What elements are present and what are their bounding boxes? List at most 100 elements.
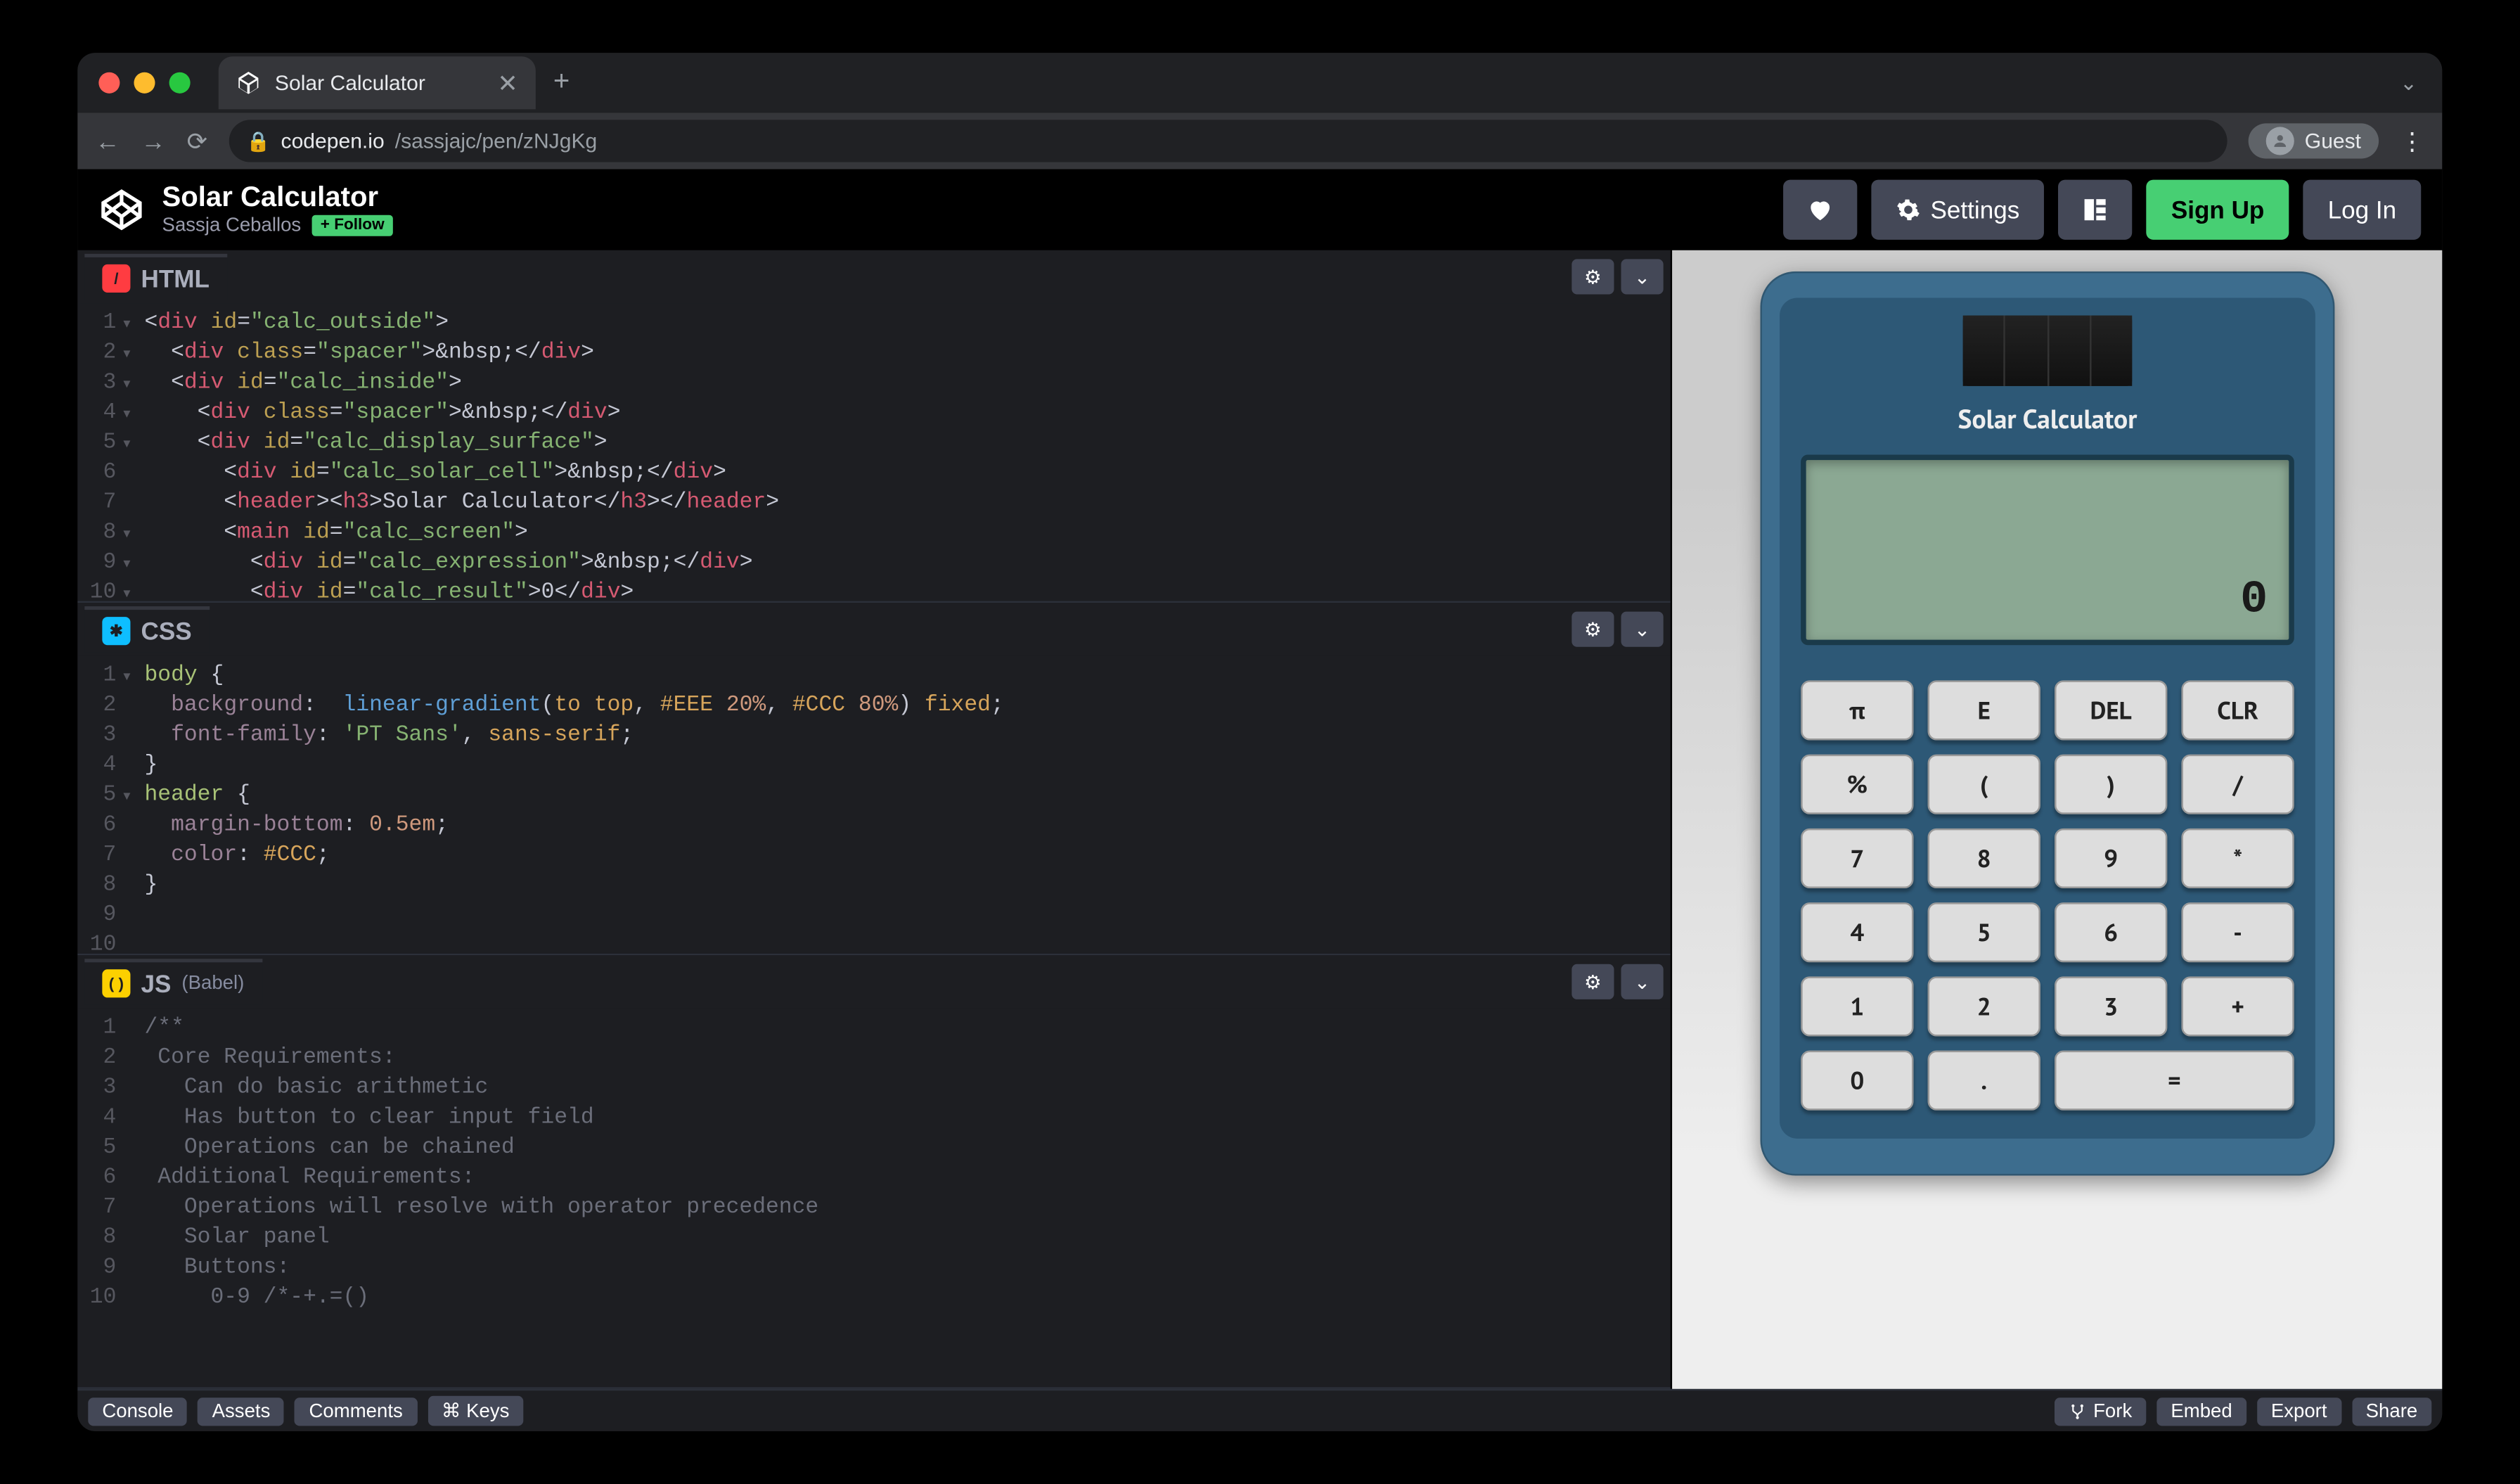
profile-chip[interactable]: Guest: [2249, 123, 2379, 158]
calc-button-+[interactable]: +: [2181, 976, 2294, 1036]
calc-inside: Solar Calculator 0 πEDELCLR% ()/ 789* 456- 1…: [1780, 298, 2315, 1139]
calc-button-1[interactable]: 1: [1801, 976, 1913, 1036]
calc-button-/[interactable]: /: [2181, 755, 2294, 814]
calc-button-E[interactable]: E: [1928, 680, 2040, 740]
html-label: HTML: [141, 264, 209, 293]
settings-button[interactable]: Settings: [1870, 180, 2044, 240]
reload-button[interactable]: ⟳: [187, 126, 207, 156]
calc-button-([interactable]: (: [1928, 755, 2040, 814]
calc-button-=[interactable]: =: [2055, 1051, 2294, 1111]
html-editor[interactable]: 12345678910 <div id="calc_outside"> <div…: [77, 303, 1670, 601]
settings-label: Settings: [1931, 196, 2020, 224]
browser-tab[interactable]: Solar Calculator ✕: [219, 56, 536, 109]
js-settings-icon[interactable]: ⚙: [1571, 964, 1614, 999]
js-editor[interactable]: 12345678910 /** Core Requirements: Can d…: [77, 1008, 1670, 1387]
calc-button-.[interactable]: .: [1928, 1051, 2040, 1111]
url-host: codepen.io: [281, 129, 385, 153]
window-controls: [98, 72, 190, 94]
like-button[interactable]: [1782, 180, 1856, 240]
url-path: /sassjajc/pen/zNJgKg: [395, 129, 598, 153]
calc-button-6[interactable]: 6: [2055, 902, 2167, 962]
forward-button[interactable]: →: [141, 127, 165, 155]
lock-icon: 🔒: [246, 129, 270, 153]
css-settings-icon[interactable]: ⚙: [1571, 612, 1614, 647]
calc-button-0[interactable]: 0: [1801, 1051, 1913, 1111]
tabs-dropdown-icon[interactable]: ⌄: [2400, 70, 2417, 95]
calc-outside: Solar Calculator 0 πEDELCLR% ()/ 789* 456- 1…: [1760, 271, 2334, 1176]
css-panel-header: ✱ CSS ⚙ ⌄: [77, 603, 1670, 655]
css-label: CSS: [141, 617, 191, 645]
calc-button-5[interactable]: 5: [1928, 902, 2040, 962]
keys-button[interactable]: ⌘ Keys: [428, 1396, 524, 1426]
calc-result: 0: [2240, 573, 2268, 625]
tab-favicon-icon: [236, 70, 261, 95]
console-button[interactable]: Console: [88, 1397, 187, 1425]
close-window-icon[interactable]: [98, 72, 120, 94]
share-button[interactable]: Share: [2352, 1397, 2432, 1425]
calc-button-DEL[interactable]: DEL: [2055, 680, 2167, 740]
pen-title: Solar Calculator: [162, 184, 394, 215]
js-panel: ( ) JS (Babel) ⚙ ⌄ 12345678910 /** Core …: [77, 955, 1670, 1388]
embed-button[interactable]: Embed: [2156, 1397, 2246, 1425]
calc-button-4[interactable]: 4: [1801, 902, 1913, 962]
signup-button[interactable]: Sign Up: [2147, 180, 2289, 240]
codepen-header: Solar Calculator Sassja Ceballos + Follo…: [77, 169, 2442, 250]
tab-strip: Solar Calculator ✕ + ⌄: [77, 53, 2442, 113]
minimize-window-icon[interactable]: [134, 72, 155, 94]
pen-author[interactable]: Sassja Ceballos: [162, 215, 302, 236]
layout-icon: [2081, 196, 2109, 224]
calc-button-8[interactable]: 8: [1928, 829, 2040, 888]
js-collapse-icon[interactable]: ⌄: [1621, 964, 1664, 999]
codepen-footer: Console Assets Comments ⌘ Keys Fork Embe…: [77, 1389, 2442, 1431]
avatar-icon: [2266, 127, 2294, 155]
calc-button--[interactable]: -: [2181, 902, 2294, 962]
js-label: JS: [141, 969, 171, 997]
browser-menu-icon[interactable]: ⋮: [2400, 126, 2424, 156]
js-tab[interactable]: ( ) JS (Babel): [84, 959, 262, 1004]
calc-button-9[interactable]: 9: [2055, 829, 2167, 888]
calc-button-π[interactable]: π: [1801, 680, 1913, 740]
js-sub-label: (Babel): [181, 973, 244, 994]
calc-button-3[interactable]: 3: [2055, 976, 2167, 1036]
calc-screen: 0: [1801, 455, 2294, 646]
new-tab-button[interactable]: +: [553, 67, 570, 98]
calc-button-2[interactable]: 2: [1928, 976, 2040, 1036]
calc-button-)[interactable]: ): [2055, 755, 2167, 814]
login-button[interactable]: Log In: [2303, 180, 2421, 240]
maximize-window-icon[interactable]: [169, 72, 191, 94]
css-tab[interactable]: ✱ CSS: [84, 606, 209, 652]
follow-button[interactable]: + Follow: [311, 215, 393, 236]
layout-button[interactable]: [2058, 180, 2132, 240]
fork-icon: [2069, 1402, 2086, 1420]
tab-title: Solar Calculator: [275, 70, 425, 95]
calc-button-CLR[interactable]: CLR: [2181, 680, 2294, 740]
css-panel: ✱ CSS ⚙ ⌄ 12345678910 body { background:…: [77, 603, 1670, 955]
html-collapse-icon[interactable]: ⌄: [1621, 259, 1664, 294]
codepen-logo-icon[interactable]: [98, 187, 144, 233]
fork-button[interactable]: Fork: [2055, 1397, 2146, 1425]
export-button[interactable]: Export: [2257, 1397, 2341, 1425]
css-editor[interactable]: 12345678910 body { background: linear-gr…: [77, 655, 1670, 954]
comments-button[interactable]: Comments: [295, 1397, 416, 1425]
back-button[interactable]: ←: [95, 127, 120, 155]
guest-label: Guest: [2305, 129, 2361, 153]
gear-icon: [1895, 198, 1920, 222]
js-panel-header: ( ) JS (Babel) ⚙ ⌄: [77, 955, 1670, 1008]
heart-icon: [1806, 196, 1834, 224]
calc-title: Solar Calculator: [1801, 404, 2294, 437]
url-input[interactable]: 🔒 codepen.io/sassjajc/pen/zNJgKg: [229, 120, 2227, 162]
calc-button-7[interactable]: 7: [1801, 829, 1913, 888]
calc-button-%[interactable]: %: [1801, 755, 1913, 814]
main-area: / HTML ⚙ ⌄ 12345678910 <div id="calc_out…: [77, 250, 2442, 1389]
close-tab-icon[interactable]: ✕: [497, 68, 518, 98]
address-bar: ← → ⟳ 🔒 codepen.io/sassjajc/pen/zNJgKg G…: [77, 113, 2442, 169]
calc-button-*[interactable]: *: [2181, 829, 2294, 888]
css-badge-icon: ✱: [102, 617, 130, 645]
html-tab[interactable]: / HTML: [84, 254, 227, 300]
solar-cell: [1963, 316, 2133, 386]
browser-window: Solar Calculator ✕ + ⌄ ← → ⟳ 🔒 codepen.i…: [77, 53, 2442, 1431]
css-collapse-icon[interactable]: ⌄: [1621, 612, 1664, 647]
html-settings-icon[interactable]: ⚙: [1571, 259, 1614, 294]
calc-buttons: πEDELCLR% ()/ 789* 456- 123+0.=: [1801, 680, 2294, 1110]
assets-button[interactable]: Assets: [198, 1397, 285, 1425]
